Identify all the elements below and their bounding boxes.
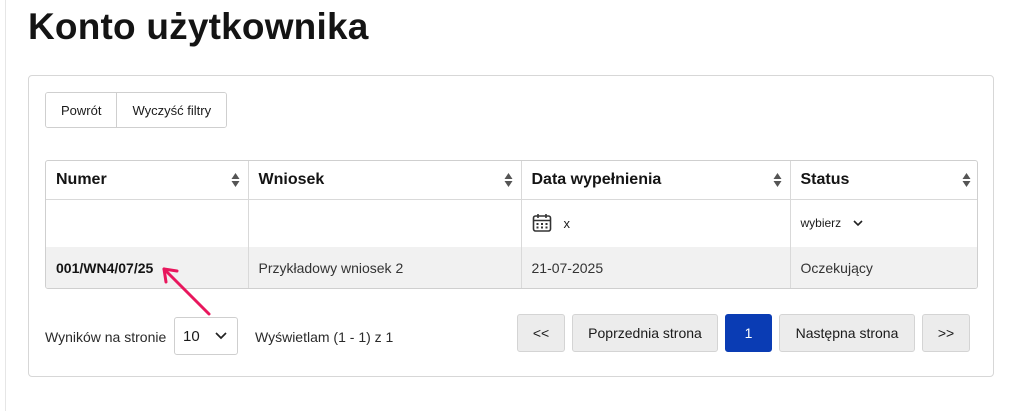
- filter-row: x wybierz: [46, 199, 977, 247]
- chevron-down-icon: [215, 332, 227, 340]
- column-header-label: Data wypełnienia: [531, 170, 662, 188]
- left-edge-divider: [0, 0, 6, 411]
- table-header-row: Numer Wniosek Data wypełnienia Status: [46, 161, 977, 200]
- per-page-label: Wyników na stronie: [45, 329, 167, 345]
- chevron-down-icon: [853, 220, 863, 226]
- sort-icon[interactable]: [962, 172, 971, 188]
- column-header-numer[interactable]: Numer: [46, 161, 249, 200]
- filter-cell-numer: [46, 199, 249, 247]
- previous-page-button[interactable]: Poprzednia strona: [572, 314, 718, 352]
- clear-filters-button[interactable]: Wyczyść filtry: [116, 93, 227, 127]
- date-clear-button[interactable]: x: [564, 216, 571, 231]
- page-title: Konto użytkownika: [28, 6, 369, 47]
- applications-card: Powrót Wyczyść filtry Numer Wniosek Data…: [28, 75, 994, 377]
- filter-cell-status: wybierz: [790, 199, 977, 247]
- column-header-wniosek[interactable]: Wniosek: [248, 161, 522, 200]
- annotation-arrow-icon: [162, 267, 211, 316]
- per-page-select[interactable]: 10: [174, 317, 238, 355]
- first-page-button[interactable]: <<: [517, 314, 565, 352]
- per-page-value: 10: [183, 327, 200, 345]
- status-filter-value: wybierz: [800, 216, 842, 231]
- back-button[interactable]: Powrót: [46, 93, 117, 127]
- toolbar: Powrót Wyczyść filtry: [45, 92, 228, 128]
- last-page-button[interactable]: >>: [922, 314, 970, 352]
- next-page-button[interactable]: Następna strona: [779, 314, 915, 352]
- column-header-label: Status: [800, 170, 850, 188]
- column-header-data-wypelnienia[interactable]: Data wypełnienia: [521, 161, 791, 200]
- column-header-status[interactable]: Status: [790, 161, 977, 200]
- filter-cell-wniosek: [248, 199, 522, 247]
- sort-icon[interactable]: [231, 172, 240, 188]
- cell-wniosek: Przykładowy wniosek 2: [248, 247, 522, 288]
- column-header-label: Wniosek: [258, 170, 325, 188]
- calendar-icon[interactable]: [532, 213, 552, 233]
- cell-data: 21-07-2025: [521, 247, 791, 288]
- sort-icon[interactable]: [504, 172, 513, 188]
- sort-icon[interactable]: [773, 172, 782, 188]
- status-filter-select[interactable]: wybierz: [801, 216, 864, 230]
- page-number-button[interactable]: 1: [725, 314, 772, 352]
- filter-cell-date: x: [521, 199, 791, 247]
- column-header-label: Numer: [56, 170, 107, 188]
- results-summary: Wyświetlam (1 - 1) z 1: [255, 329, 394, 345]
- cell-status: Oczekujący: [790, 247, 977, 288]
